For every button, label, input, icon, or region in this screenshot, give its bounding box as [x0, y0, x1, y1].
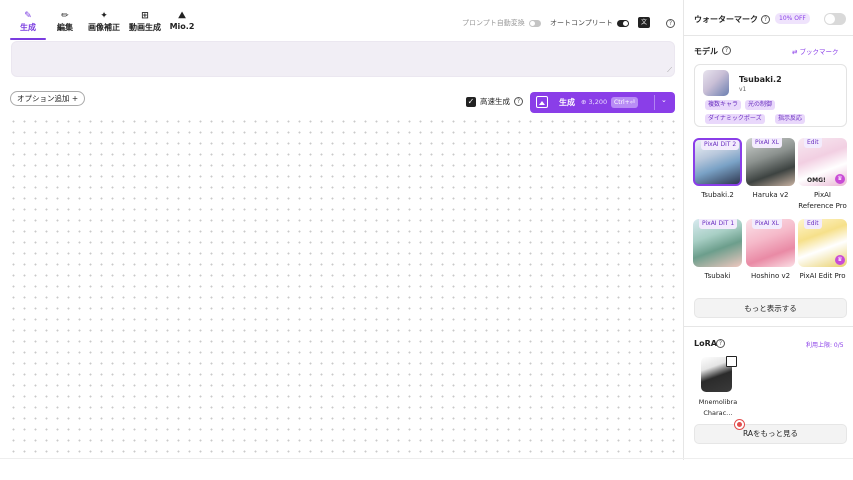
model-tile-haruka-v2[interactable]: PixAI XL Haruka v2 — [746, 138, 795, 201]
divider — [684, 35, 853, 36]
selected-model-card[interactable]: Tsubaki.2 v1 複数キャラ 光の制御 ダイナミックポーズ 指示反応 — [694, 64, 847, 127]
active-tab-indicator — [10, 38, 46, 40]
watermark-switch[interactable] — [824, 13, 846, 25]
fast-generate-toggle[interactable]: ✓ 高速生成 ? — [466, 96, 523, 107]
lora-select-checkbox[interactable] — [726, 356, 737, 367]
model-tag: ダイナミックポーズ — [705, 114, 765, 124]
auto-complete-toggle[interactable]: オートコンプリート — [550, 18, 629, 28]
lora-section-title: LoRA — [694, 339, 717, 348]
model-image: Edit OMG! ♛ — [798, 138, 847, 186]
dotted-canvas[interactable] — [8, 116, 678, 456]
video-add-icon: ⊞ — [141, 11, 149, 21]
checkbox-checked-icon[interactable]: ✓ — [466, 96, 476, 107]
tab-video-generate[interactable]: ⊞ 動画生成 — [126, 10, 164, 40]
help-icon[interactable]: ? — [716, 339, 725, 348]
show-more-models-button[interactable]: もっと表示する — [694, 298, 847, 318]
tab-edit[interactable]: ✏ 編集 — [52, 10, 78, 40]
model-image: PixAI DiT 1 — [693, 219, 742, 267]
mio-icon: ⛰ — [178, 11, 186, 21]
model-image: PixAI DiT 2 — [693, 138, 742, 186]
lora-limit: 利用上限: 0/5 — [806, 342, 844, 349]
tab-generate[interactable]: ✎ 生成 — [10, 10, 46, 40]
sparkle-icon: ✦ — [100, 11, 108, 21]
prompt-input[interactable]: ⟋ — [11, 41, 675, 77]
model-tag: 指示反応 — [775, 114, 806, 124]
lora-name: Mnemolibra Charac… — [698, 398, 738, 417]
model-thumbnail — [703, 70, 729, 96]
settings-panel: ウォーターマーク ? 10% OFF モデル ? ⇄ ブックマーク Tsubak… — [683, 0, 853, 460]
divider — [684, 326, 853, 327]
show-more-lora-button[interactable]: RAをもっと見る — [694, 424, 847, 444]
model-tile-edit-pro[interactable]: Edit ♛ PixAI Edit Pro — [798, 219, 847, 282]
discount-badge: 10% OFF — [775, 13, 810, 24]
divider — [0, 458, 853, 459]
model-section-title: モデル — [694, 47, 718, 56]
help-icon[interactable]: ? — [666, 19, 675, 28]
pen-icon: ✎ — [24, 11, 32, 21]
auto-translate-toggle[interactable]: プロンプト自動変換 — [462, 18, 541, 28]
resize-handle-icon[interactable]: ⟋ — [667, 66, 672, 75]
cursor-indicator — [735, 420, 744, 429]
pencil-icon: ✏ — [61, 11, 69, 21]
premium-crown-icon: ♛ — [835, 174, 845, 184]
translate-icon[interactable]: 文 — [638, 17, 650, 28]
model-tile-tsubaki-2[interactable]: PixAI DiT 2 Tsubaki.2 — [693, 138, 742, 201]
model-image: Edit ♛ — [798, 219, 847, 267]
tab-mio[interactable]: ⛰ Mio.2 — [168, 10, 196, 40]
generate-button[interactable]: 生成 ⊕ 3,200 Ctrl+⏎ ⌄ — [530, 92, 675, 113]
model-version: v1 — [739, 86, 747, 93]
add-option-button[interactable]: オプション追加 + — [10, 91, 86, 106]
bookmark-link[interactable]: ⇄ ブックマーク — [792, 46, 839, 56]
help-icon[interactable]: ? — [722, 46, 731, 55]
model-tile-reference-pro[interactable]: Edit OMG! ♛ PixAI Reference Pro — [798, 138, 847, 212]
model-tag: 光の制御 — [745, 100, 776, 110]
divider — [654, 95, 655, 110]
tab-image-enhance[interactable]: ✦ 画像補正 — [85, 10, 123, 40]
premium-crown-icon: ♛ — [835, 255, 845, 265]
model-image: PixAI XL — [746, 219, 795, 267]
auto-translate-switch[interactable] — [528, 19, 541, 27]
workspace: ✎ 生成 ✏ 編集 ✦ 画像補正 ⊞ 動画生成 ⛰ Mio.2 プロンプト自動変… — [0, 0, 683, 460]
model-tile-tsubaki[interactable]: PixAI DiT 1 Tsubaki — [693, 219, 742, 282]
model-tile-hoshino-v2[interactable]: PixAI XL Hoshino v2 — [746, 219, 795, 282]
help-icon[interactable]: ? — [761, 15, 770, 24]
model-name: Tsubaki.2 — [739, 75, 782, 84]
image-icon — [536, 96, 548, 108]
help-icon[interactable]: ? — [514, 97, 523, 106]
model-tag: 複数キャラ — [705, 100, 742, 110]
model-image: PixAI XL — [746, 138, 795, 186]
watermark-title: ウォーターマーク — [694, 15, 758, 24]
auto-complete-switch[interactable] — [616, 19, 629, 27]
chevron-down-icon[interactable]: ⌄ — [661, 96, 667, 104]
